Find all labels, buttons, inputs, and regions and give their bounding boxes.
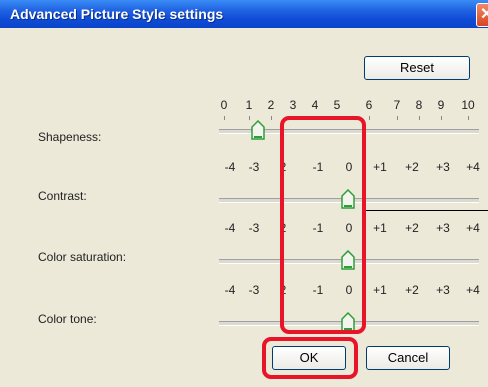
tick-label: +1	[373, 160, 387, 174]
tick-label: +3	[436, 160, 450, 174]
reset-button[interactable]: Reset	[364, 56, 470, 80]
window-title: Advanced Picture Style settings	[10, 6, 224, 22]
dialog-window: Advanced Picture Style settings ✕ Reset …	[0, 0, 488, 387]
slider-label-contrast: Contrast:	[38, 189, 87, 203]
slider-label-color-saturation: Color saturation:	[38, 250, 127, 264]
tick-label: +3	[436, 221, 450, 235]
tick-label: 7	[393, 98, 401, 112]
tick-label: +1	[373, 221, 387, 235]
tick-label: -3	[248, 160, 260, 174]
tick-mark	[369, 116, 370, 120]
tick-label: +2	[405, 160, 419, 174]
tick-label: 2	[267, 98, 275, 112]
tick-label: -4	[224, 160, 236, 174]
tick-label: +4	[466, 283, 480, 297]
close-icon: ✕	[480, 6, 488, 23]
tick-label: +4	[466, 160, 480, 174]
tick-mark	[419, 116, 420, 120]
tick-label: -4	[224, 283, 236, 297]
highlight-box-sliders	[280, 116, 366, 334]
tick-label: +1	[373, 283, 387, 297]
tick-label: +2	[405, 221, 419, 235]
tick-label: +3	[436, 283, 450, 297]
tick-label: -3	[248, 283, 260, 297]
slider-label-color-tone: Color tone:	[38, 312, 97, 326]
tick-mark	[397, 116, 398, 120]
tick-label: 0	[220, 98, 228, 112]
tick-mark	[271, 116, 272, 120]
tick-mark	[441, 116, 442, 120]
highlight-box-ok	[262, 337, 358, 379]
slider-label-sharpness: Shapeness:	[38, 130, 102, 144]
tick-mark	[468, 116, 469, 120]
tick-label: 5	[333, 98, 341, 112]
title-bar: Advanced Picture Style settings ✕	[0, 0, 488, 28]
tick-label: 4	[311, 98, 319, 112]
tick-label: 1	[245, 98, 253, 112]
tick-label: 6	[365, 98, 373, 112]
tick-label: 3	[289, 98, 297, 112]
tick-mark	[249, 116, 250, 120]
tick-mark	[224, 116, 225, 120]
cancel-button[interactable]: Cancel	[366, 346, 450, 370]
tick-label: -3	[248, 221, 260, 235]
close-button[interactable]: ✕	[476, 3, 488, 27]
divider-line	[366, 210, 488, 211]
tick-label: +2	[405, 283, 419, 297]
tick-label: 10	[461, 98, 475, 112]
tick-label: 8	[415, 98, 423, 112]
tick-label: 9	[437, 98, 445, 112]
sharpness-slider-thumb[interactable]	[251, 120, 265, 140]
tick-label: +4	[466, 221, 480, 235]
tick-label: -4	[224, 221, 236, 235]
